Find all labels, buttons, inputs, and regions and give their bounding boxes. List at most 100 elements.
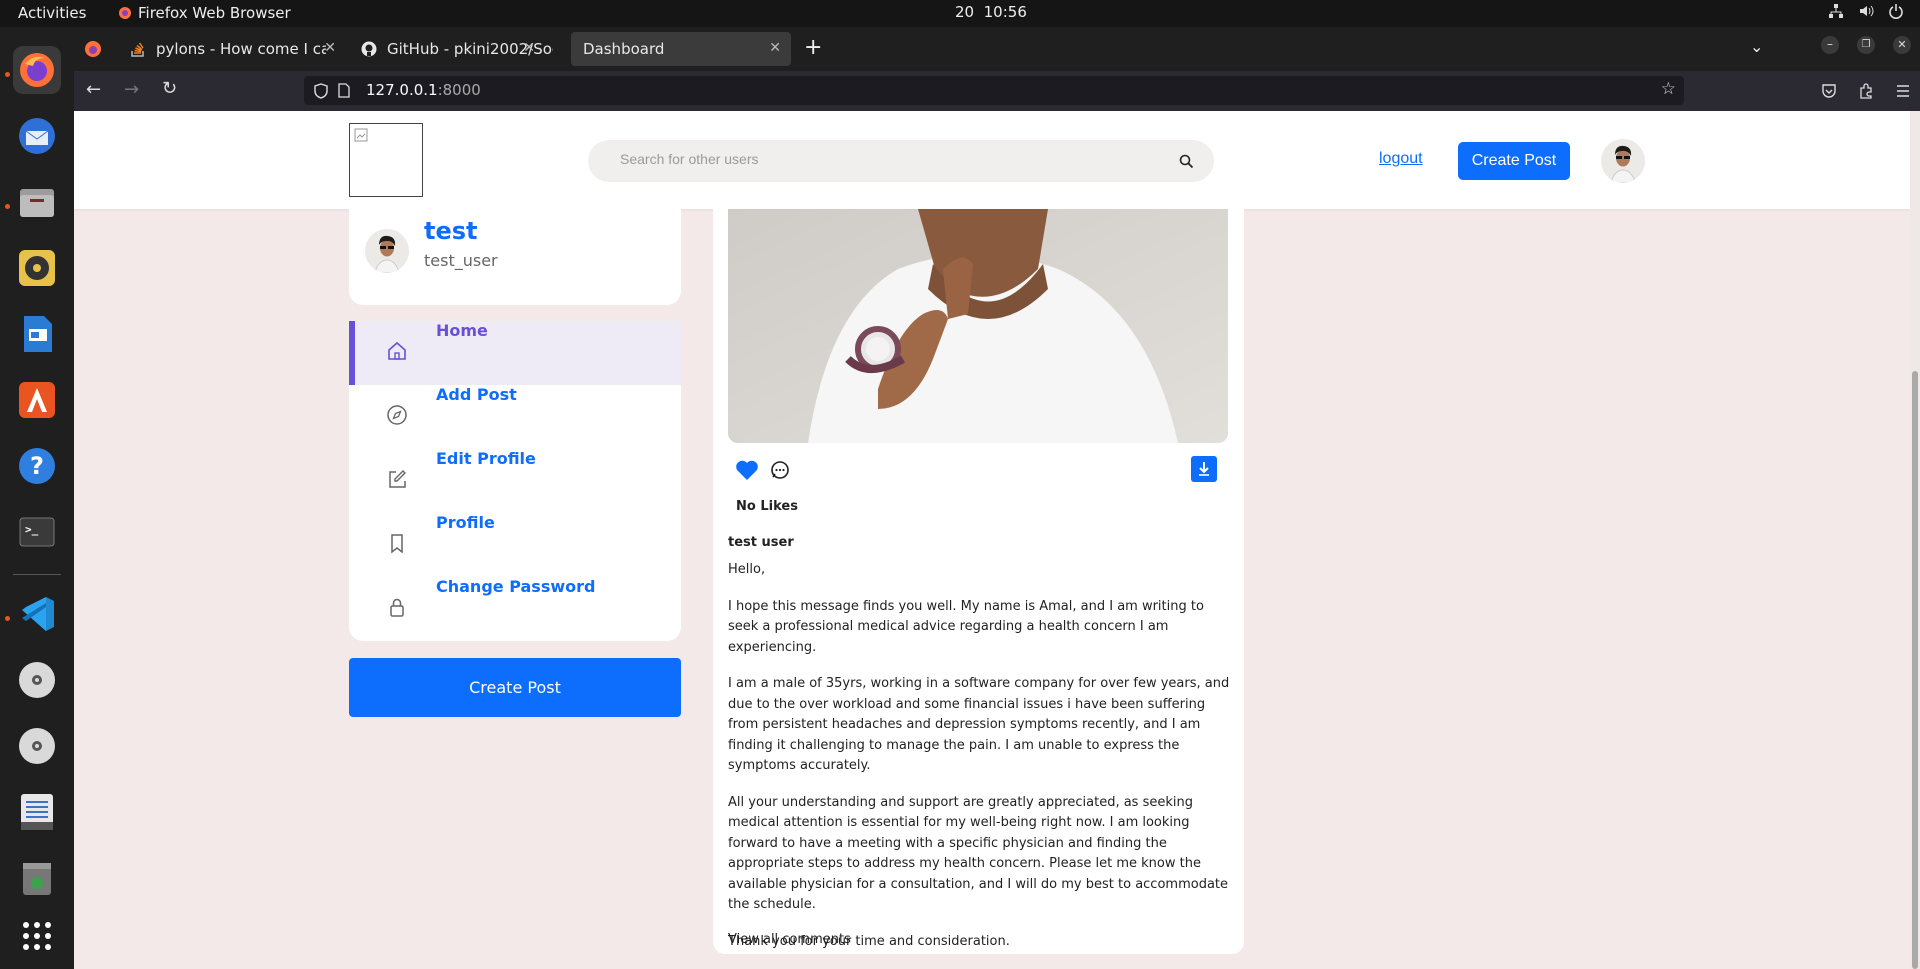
hamburger-menu-icon[interactable] — [1895, 83, 1911, 99]
show-apps-icon[interactable] — [13, 912, 61, 960]
url-port: :8000 — [437, 81, 481, 99]
running-indicator — [5, 616, 10, 621]
terminal-icon[interactable]: >_ — [13, 508, 61, 556]
post-paragraph: I am a male of 35yrs, working in a softw… — [728, 676, 1230, 773]
page-scrollbar[interactable] — [1910, 111, 1920, 969]
home-icon — [388, 341, 406, 360]
download-icon — [1199, 462, 1209, 476]
search-icon[interactable] — [1179, 154, 1194, 169]
back-button[interactable]: ← — [86, 79, 101, 100]
sidebar-create-post-button[interactable]: Create Post — [349, 658, 681, 717]
sidebar-item-home[interactable]: Home — [349, 321, 681, 385]
sidebar-item-edit-profile[interactable]: Edit Profile — [349, 449, 681, 513]
close-icon[interactable]: ✕ — [324, 40, 336, 56]
user-avatar[interactable] — [1601, 139, 1645, 183]
files-icon[interactable] — [13, 178, 61, 226]
svg-text:>_: >_ — [25, 523, 39, 536]
extensions-icon[interactable] — [1858, 83, 1874, 99]
disc-drive-icon[interactable] — [13, 656, 61, 704]
shield-icon — [314, 83, 328, 99]
network-icon — [1829, 4, 1843, 18]
post-paragraph: Hello, — [728, 562, 766, 577]
like-heart-icon[interactable] — [735, 459, 759, 481]
view-all-comments-link[interactable]: View all comments — [728, 932, 851, 947]
profile-username: test_user — [424, 251, 498, 270]
sidebar-item-label: Edit Profile — [436, 449, 536, 468]
minimize-button[interactable]: – — [1821, 36, 1839, 54]
profile-card: test test_user — [349, 209, 681, 305]
text-editor-icon[interactable] — [13, 788, 61, 836]
vscode-icon[interactable] — [13, 590, 61, 638]
app-name: Firefox Web Browser — [138, 4, 291, 22]
site-header: logout Create Post — [74, 111, 1910, 209]
site-logo[interactable] — [349, 123, 423, 197]
app-center-icon[interactable] — [13, 376, 61, 424]
running-indicator — [5, 204, 10, 209]
firefox-small-icon — [119, 7, 131, 19]
dock-separator — [13, 574, 61, 575]
post-actions — [728, 455, 1228, 485]
stackoverflow-icon — [131, 42, 144, 57]
search-bar — [588, 140, 1214, 182]
sidebar-item-add-post[interactable]: Add Post — [349, 385, 681, 449]
firefox-icon[interactable] — [13, 46, 61, 94]
forward-button[interactable]: → — [124, 79, 139, 100]
system-tray[interactable] — [1828, 3, 1904, 19]
trash-icon[interactable] — [13, 854, 61, 902]
post-image — [728, 209, 1228, 443]
bookmark-icon — [391, 534, 403, 554]
list-all-tabs-chevron-icon[interactable]: ⌄ — [1750, 37, 1763, 56]
tab-stackoverflow[interactable]: pylons - How come I can r ✕ — [118, 32, 346, 66]
scrollbar-thumb[interactable] — [1912, 371, 1918, 969]
firefox-view-icon[interactable] — [84, 40, 102, 58]
close-icon[interactable]: ✕ — [769, 40, 781, 56]
logout-link[interactable]: logout — [1379, 150, 1423, 168]
close-icon[interactable]: ✕ — [523, 40, 535, 56]
sidebar-item-label: Change Password — [436, 577, 596, 596]
sidebar-item-label: Home — [436, 321, 488, 340]
post-paragraph: All your understanding and support are g… — [728, 794, 1229, 913]
libreoffice-writer-icon[interactable] — [13, 310, 61, 358]
profile-name[interactable]: test — [424, 217, 478, 245]
tab-dashboard[interactable]: Dashboard ✕ — [571, 32, 791, 66]
github-icon — [361, 41, 377, 57]
app-menu[interactable]: Firefox Web Browser — [118, 4, 291, 22]
clock[interactable]: 20 10:56 — [955, 3, 1027, 21]
download-button[interactable] — [1191, 456, 1217, 482]
disc-drive-icon[interactable] — [13, 722, 61, 770]
post-body: Hello, I hope this message finds you wel… — [728, 560, 1233, 968]
url-bar[interactable]: 127.0.0.1:8000 ☆ — [304, 76, 1684, 105]
post-paragraph: I hope this message finds you well. My n… — [728, 598, 1204, 655]
running-indicator — [5, 72, 10, 77]
thunderbird-icon[interactable] — [13, 112, 61, 160]
window-close-button[interactable]: ✕ — [1893, 36, 1911, 54]
sidebar-item-change-password[interactable]: Change Password — [349, 577, 681, 641]
profile-avatar[interactable] — [365, 229, 409, 273]
dock: ? >_ — [0, 27, 74, 969]
pocket-icon[interactable] — [1821, 83, 1837, 99]
power-icon — [1889, 4, 1903, 19]
restore-button[interactable]: ❐ — [1857, 36, 1875, 54]
url-text: 127.0.0.1:8000 — [366, 81, 481, 99]
activities-button[interactable]: Activities — [18, 4, 86, 22]
sidebar-item-label: Profile — [436, 513, 495, 532]
compass-icon — [387, 405, 407, 425]
header-create-post-button[interactable]: Create Post — [1458, 142, 1570, 180]
clock-time: 10:56 — [983, 3, 1027, 21]
reload-button[interactable]: ↻ — [162, 78, 177, 99]
new-tab-button[interactable]: + — [804, 35, 822, 60]
rhythmbox-icon[interactable] — [13, 244, 61, 292]
broken-image-icon — [354, 128, 368, 142]
bookmark-star-icon[interactable]: ☆ — [1661, 79, 1676, 99]
browser-tab-strip: pylons - How come I can r ✕ GitHub - pki… — [74, 27, 1920, 71]
edit-icon — [389, 470, 406, 488]
sidebar-menu: Home Add Post Edit Profile Profile Chang… — [349, 321, 681, 641]
browser-nav-bar: ← → ↻ 127.0.0.1:8000 ☆ — [74, 71, 1920, 111]
help-icon[interactable]: ? — [13, 442, 61, 490]
sidebar-item-profile[interactable]: Profile — [349, 513, 681, 577]
post-author[interactable]: test user — [728, 535, 794, 550]
web-page: logout Create Post test test_user Home A… — [74, 111, 1920, 969]
svg-text:?: ? — [30, 452, 44, 480]
comment-icon[interactable] — [770, 460, 790, 480]
search-input[interactable] — [618, 150, 1162, 168]
